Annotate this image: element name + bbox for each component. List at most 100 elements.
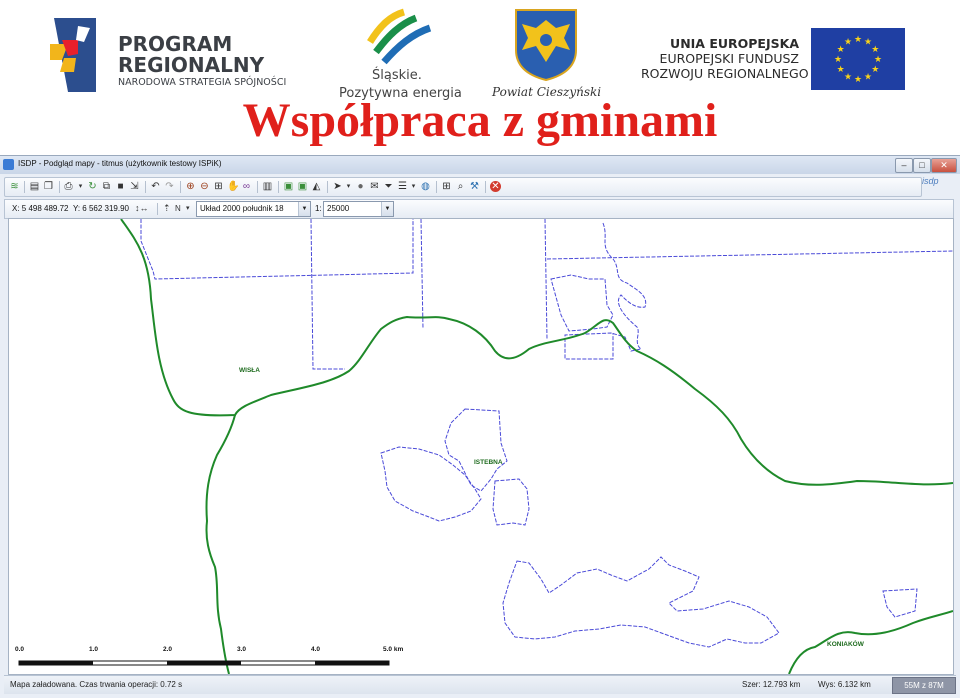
scale-tick-label: 5.0 km	[383, 646, 404, 653]
slaskie-text: Śląskie.	[372, 68, 422, 83]
eu-star-icon: ★	[837, 64, 845, 74]
chevron-down-icon[interactable]: ▾	[343, 181, 354, 192]
eu-star-icon: ★	[874, 54, 882, 64]
binoculars-icon[interactable]: ∞	[241, 181, 252, 192]
crs-select[interactable]: Układ 2000 południk 18 ▼	[196, 201, 311, 217]
toolbar-separator	[59, 181, 60, 193]
filter-icon[interactable]: ⏷	[383, 181, 394, 192]
eu-star-icon: ★	[854, 34, 862, 44]
toolbar-separator	[257, 181, 258, 193]
scale-tick-label: 4.0	[311, 646, 321, 653]
zoom-out-icon[interactable]: ⊖	[199, 181, 210, 192]
measure-icon[interactable]: ☰	[397, 181, 408, 192]
minimize-button[interactable]: –	[895, 158, 913, 173]
status-bar: Mapa załadowana. Czas trwania operacji: …	[4, 675, 956, 694]
main-toolbar: ≋ ▤ ❐ ⎙ ▾ ↻ ⧉ ■ ⇲ ↶ ↷ ⊕ ⊖ ⊞ ✋ ∞ ▥ ▣ ▣ ◭ …	[4, 177, 922, 197]
undo-icon[interactable]: ↶	[150, 181, 161, 192]
print-icon[interactable]: ⎙	[63, 181, 74, 192]
copy-icon[interactable]: ⧉	[101, 181, 112, 192]
chevron-down-icon[interactable]: ▾	[186, 202, 190, 215]
chevron-down-icon[interactable]: ▾	[408, 181, 419, 192]
export-icon[interactable]: ⇲	[129, 181, 140, 192]
map-add-icon[interactable]: ▣	[283, 181, 294, 192]
place-label-koniakow: KONIAKÓW	[827, 641, 864, 648]
eu-text: UNIA EUROPEJSKA EUROPEJSKI FUNDUSZ ROZWO…	[641, 36, 809, 81]
toolbar-separator	[145, 181, 146, 193]
window-title: ISDP - Podgląd mapy - titmus (użytkownik…	[18, 159, 222, 168]
chevron-down-icon[interactable]: ▾	[75, 181, 86, 192]
toolbar-separator	[278, 181, 279, 193]
place-label-wisla: WISŁA	[239, 367, 260, 374]
isdp-window: ISDP - Podgląd mapy - titmus (użytkownik…	[0, 155, 960, 698]
scale-select[interactable]: 25000 ▼	[323, 201, 394, 217]
eu-star-icon: ★	[871, 44, 879, 54]
maximize-button[interactable]: □	[913, 158, 931, 173]
toolbar-separator	[327, 181, 328, 193]
save-icon[interactable]: ■	[115, 181, 126, 192]
grid-icon[interactable]: ⊞	[441, 181, 452, 192]
map-svg	[18, 219, 953, 674]
search-icon[interactable]: ⌕	[455, 181, 466, 192]
info-icon[interactable]: ✉	[369, 181, 380, 192]
app-icon	[3, 159, 14, 170]
place-label-istebna: ISTEBNA	[474, 459, 503, 466]
pan-hand-icon[interactable]: ✋	[227, 181, 239, 192]
open-icon[interactable]: ▤	[29, 181, 40, 192]
eu-star-icon: ★	[864, 71, 872, 81]
eu-star-icon: ★	[834, 54, 842, 64]
scale-tick-label: 1.0	[89, 646, 99, 653]
close-button[interactable]: ✕	[931, 158, 957, 173]
eu-star-icon: ★	[854, 74, 862, 84]
zoom-extent-icon[interactable]: ⊞	[213, 181, 224, 192]
scale-tick-label: 3.0	[237, 646, 247, 653]
parcel-boundaries	[140, 219, 953, 648]
chevron-down-icon[interactable]: ▼	[381, 202, 393, 216]
toolbar-separator	[436, 181, 437, 193]
toolbar-separator	[24, 181, 25, 193]
toolbar-separator	[485, 181, 486, 193]
window-icon[interactable]: ❐	[43, 181, 54, 192]
redo-icon[interactable]: ↷	[164, 181, 175, 192]
globe-icon[interactable]: ◍	[420, 181, 431, 192]
window-titlebar[interactable]: ISDP - Podgląd mapy - titmus (użytkownik…	[0, 156, 960, 174]
identify-icon[interactable]: ●	[355, 181, 366, 192]
refresh-icon[interactable]: ↻	[87, 181, 98, 192]
slide-title: Współpraca z gminami	[242, 94, 718, 147]
chevron-down-icon[interactable]: ▼	[298, 202, 310, 216]
buildings-icon[interactable]: ▥	[262, 181, 273, 192]
map-layer-icon[interactable]: ▣	[297, 181, 308, 192]
map-width-readout: Szer: 12.793 km	[742, 680, 801, 689]
scale-tick-label: 0.0	[15, 646, 25, 653]
coordinate-readout: X: 5 498 489.72 Y: 6 562 319.90	[12, 204, 130, 213]
program-regionalny-logo	[50, 18, 96, 92]
scale-tick-label: 2.0	[163, 646, 173, 653]
eu-star-icon: ★	[844, 71, 852, 81]
scale-prefix: 1:	[315, 204, 322, 213]
eu-flag-icon: ★★★★★★★★★ ★ ★★	[811, 28, 905, 90]
header-banner: PROGRAM REGIONALNY NARODOWA STRATEGIA SP…	[0, 0, 960, 152]
terrain-icon[interactable]: ◭	[311, 181, 322, 192]
eu-star-icon: ★	[844, 37, 852, 47]
toolbar-separator	[157, 203, 158, 215]
status-message: Mapa załadowana. Czas trwania operacji: …	[10, 680, 183, 689]
memory-indicator[interactable]: 55M z 87M	[892, 677, 956, 694]
axis-toggle-icon[interactable]: ↕↔	[135, 202, 149, 215]
toolbar-separator	[180, 181, 181, 193]
powiat-coat-of-arms-icon	[515, 9, 577, 82]
north-arrow-icon[interactable]: ⇡	[163, 202, 171, 215]
select-arrow-icon[interactable]: ➤	[332, 181, 343, 192]
map-height-readout: Wys: 6.132 km	[818, 680, 871, 689]
map-canvas[interactable]: WISŁA ISTEBNA KONIAKÓW 0.0 1.0 2.0 3.0 4…	[8, 218, 954, 675]
tools-icon[interactable]: ⚒	[469, 181, 480, 192]
eu-star-icon: ★	[871, 64, 879, 74]
slaskie-logo-icon	[367, 8, 432, 65]
program-title: PROGRAM REGIONALNY	[118, 32, 265, 77]
program-subtitle: NARODOWA STRATEGIA SPÓJNOŚCI	[118, 77, 287, 88]
map-scale-bar	[18, 660, 390, 666]
isdp-logo: isdp	[922, 176, 939, 186]
zoom-in-icon[interactable]: ⊕	[185, 181, 196, 192]
municipality-boundaries	[120, 219, 953, 674]
close-icon[interactable]: ✕	[490, 181, 501, 192]
north-label: N	[175, 204, 181, 213]
layers-icon[interactable]: ≋	[9, 181, 20, 192]
